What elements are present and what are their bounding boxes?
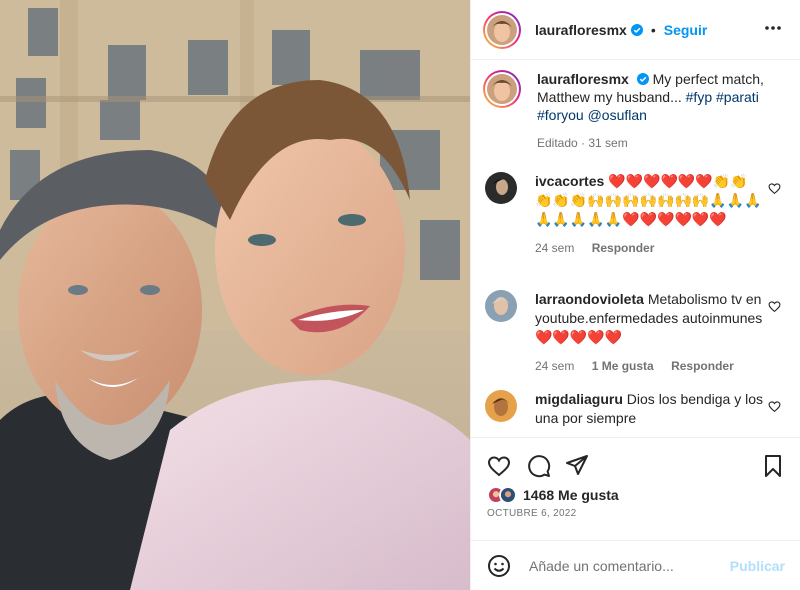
hashtag-link[interactable]: #foryou xyxy=(537,107,584,123)
post-header: laurafloresmx • Seguir xyxy=(471,0,800,60)
author-avatar-image xyxy=(487,14,517,45)
comment-username[interactable]: ivcacortes xyxy=(535,173,604,189)
like-comment-heart-icon[interactable] xyxy=(768,300,781,313)
post-caption: laurafloresmx My perfect match, Matthew … xyxy=(483,70,793,152)
comment-meta: 24 sem 1 Me gusta Responder xyxy=(535,357,765,376)
post-side-panel: laurafloresmx • Seguir laurafloresmx My … xyxy=(470,0,800,590)
likes-label: Me gusta xyxy=(558,487,619,503)
post-date: OCTUBRE 6, 2022 xyxy=(487,508,577,519)
comment-item: larraondovioleta Metabolismo tv en youtu… xyxy=(485,290,791,376)
verified-badge-icon xyxy=(636,73,649,85)
post-photo[interactable] xyxy=(0,0,470,590)
comment-time: 24 sem xyxy=(535,241,575,255)
caption-body: laurafloresmx My perfect match, Matthew … xyxy=(537,70,793,152)
caption-avatar-image xyxy=(487,74,517,104)
caption-avatar[interactable] xyxy=(483,70,521,108)
comment-meta: 24 sem Responder xyxy=(535,239,765,258)
comment-body: larraondovioleta Metabolismo tv en youtu… xyxy=(535,290,765,376)
comment-input[interactable] xyxy=(529,557,719,574)
comment-item: migdaliaguru Dios los bendiga y los una … xyxy=(485,390,791,428)
liker-avatar xyxy=(499,486,517,504)
comment-body: migdaliaguru Dios los bendiga y los una … xyxy=(535,390,765,428)
likes-summary[interactable]: 1468 Me gusta xyxy=(487,486,619,504)
emoji-smiley-icon[interactable] xyxy=(487,554,511,578)
commenter-avatar[interactable] xyxy=(485,290,517,322)
reply-button[interactable]: Responder xyxy=(592,241,655,255)
mention-link[interactable]: @osuflan xyxy=(588,107,647,123)
more-options-icon[interactable] xyxy=(763,18,783,38)
author-username[interactable]: laurafloresmx xyxy=(535,22,627,38)
follow-button[interactable]: Seguir xyxy=(664,22,708,38)
publish-button[interactable]: Publicar xyxy=(730,558,785,574)
author-avatar[interactable] xyxy=(483,10,521,49)
comment-time: 24 sem xyxy=(535,359,575,373)
verified-badge-icon xyxy=(630,23,643,36)
comment-bubble-icon[interactable] xyxy=(527,454,551,478)
like-comment-heart-icon[interactable] xyxy=(768,400,781,413)
save-bookmark-icon[interactable] xyxy=(761,454,785,478)
caption-edited-meta: Editado · 31 sem xyxy=(537,136,628,150)
comment-username[interactable]: larraondovioleta xyxy=(535,291,644,307)
commenter-avatar[interactable] xyxy=(485,390,517,422)
comment-item: ivcacortes ❤️❤️❤️❤️❤️❤️👏👏👏👏👏🙌🙌🙌🙌🙌🙌🙌🙏🙏🙏🙏🙏… xyxy=(485,172,791,258)
share-paper-plane-icon[interactable] xyxy=(565,453,589,477)
reply-button[interactable]: Responder xyxy=(671,359,734,373)
comment-body: ivcacortes ❤️❤️❤️❤️❤️❤️👏👏👏👏👏🙌🙌🙌🙌🙌🙌🙌🙏🙏🙏🙏🙏… xyxy=(535,172,765,258)
likes-count-text: 1468 Me gusta xyxy=(523,487,619,503)
commenter-avatar[interactable] xyxy=(485,172,517,204)
like-heart-icon[interactable] xyxy=(487,454,511,478)
likes-count: 1468 xyxy=(523,487,555,503)
post-photo-image xyxy=(0,0,470,590)
header-separator: • xyxy=(650,21,656,38)
post-actions: 1468 Me gusta OCTUBRE 6, 2022 xyxy=(471,437,800,547)
hashtag-link[interactable]: #fyp xyxy=(686,89,712,105)
comment-username[interactable]: migdaliaguru xyxy=(535,391,623,407)
like-comment-heart-icon[interactable] xyxy=(768,182,781,195)
add-comment-bar: Publicar xyxy=(471,540,800,590)
caption-username[interactable]: laurafloresmx xyxy=(537,71,629,87)
comment-likes[interactable]: 1 Me gusta xyxy=(592,359,654,373)
hashtag-link[interactable]: #parati xyxy=(716,89,759,105)
